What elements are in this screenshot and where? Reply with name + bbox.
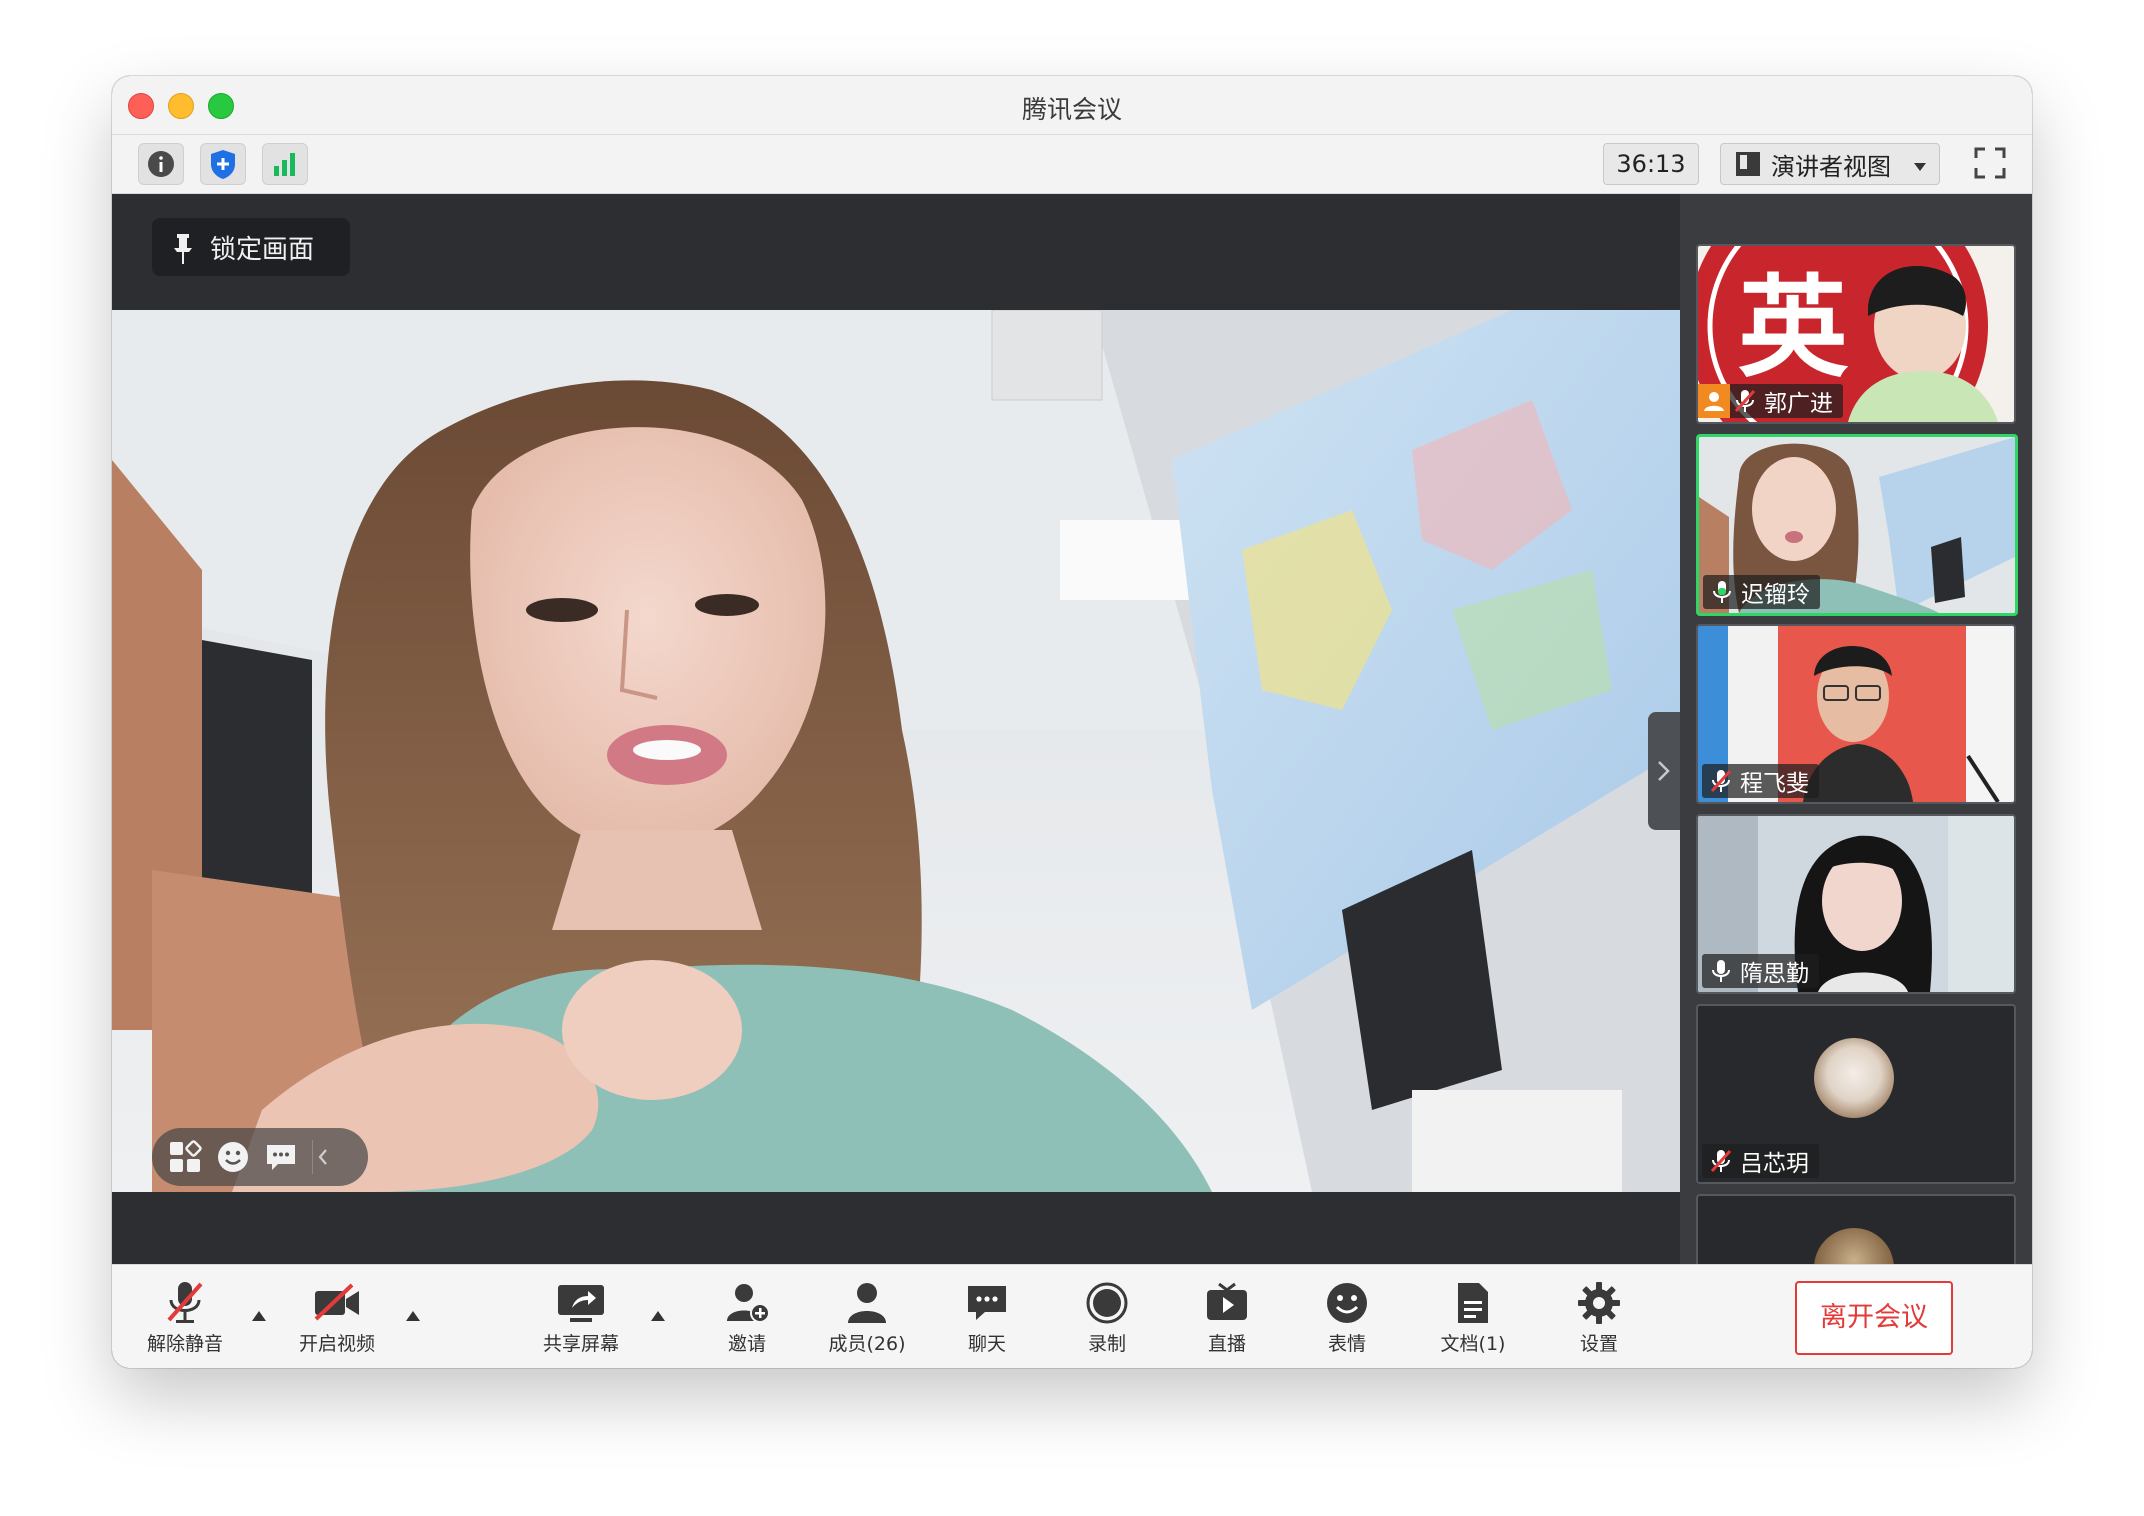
live-button[interactable]: 直播 — [1172, 1279, 1282, 1357]
view-mode-label: 演讲者视图 — [1771, 152, 1891, 181]
main-stage: 锁定画面 — [112, 194, 1680, 1264]
signal-icon[interactable] — [262, 143, 308, 185]
speaker-video[interactable] — [112, 310, 1680, 1192]
fullscreen-icon[interactable] — [1970, 143, 2010, 183]
start-video-button[interactable]: 开启视频 — [282, 1279, 392, 1357]
avatar — [1814, 1038, 1894, 1118]
layout-icon[interactable] — [168, 1140, 202, 1174]
participant-name: 隋思勤 — [1740, 961, 1809, 987]
title-bar: 腾讯会议 — [112, 76, 2032, 135]
live-label: 直播 — [1207, 1333, 1246, 1355]
invite-button[interactable]: 邀请 — [692, 1279, 802, 1357]
start-video-label: 开启视频 — [298, 1333, 375, 1355]
emoji-icon[interactable] — [216, 1140, 250, 1174]
collapse-sidebar-handle[interactable] — [1648, 712, 1680, 830]
gear-icon — [1571, 1279, 1627, 1327]
window-title: 腾讯会议 — [1021, 95, 1122, 124]
participant-name: 迟镏玲 — [1741, 582, 1810, 608]
speaker-view-icon — [1735, 151, 1761, 177]
live-tv-icon — [1199, 1279, 1255, 1327]
lock-view-button[interactable]: 锁定画面 — [152, 218, 350, 276]
caret-up-icon — [406, 1311, 420, 1321]
muted-mic-icon — [157, 1279, 213, 1327]
participant-name-tag: 吕芯玥 — [1702, 1144, 1819, 1178]
document-icon — [1445, 1279, 1501, 1327]
participant-name: 郭广进 — [1764, 391, 1833, 417]
docs-button[interactable]: 文档(1) — [1418, 1279, 1528, 1357]
participant-name-tag: 迟镏玲 — [1703, 575, 1820, 609]
meeting-window: 腾讯会议 36:13 演讲者视图 锁定画面 英 郭广进 迟镏玲 程飞斐 隋思勤 … — [112, 76, 2032, 1368]
host-icon — [1698, 384, 1730, 418]
mic-icon — [1706, 956, 1736, 986]
caret-down-icon — [1913, 150, 1927, 178]
bottom-control-bar: 解除静音 开启视频 共享屏幕 邀请 成员(26) 聊天 录制 直播 表情 文档(… — [112, 1264, 2032, 1368]
floating-reaction-bar — [152, 1128, 368, 1186]
emoji-icon — [1319, 1279, 1375, 1327]
caret-up-icon — [252, 1311, 266, 1321]
video-options-caret[interactable] — [403, 1309, 423, 1323]
avatar — [1814, 1228, 1894, 1266]
collapse-reactions-icon[interactable] — [312, 1140, 333, 1174]
record-button[interactable]: 录制 — [1052, 1279, 1162, 1357]
share-screen-button[interactable]: 共享屏幕 — [526, 1279, 636, 1357]
view-mode-dropdown[interactable]: 演讲者视图 — [1720, 143, 1940, 185]
chevron-right-icon — [1658, 761, 1670, 781]
participant-tile[interactable]: 程飞斐 — [1696, 624, 2016, 804]
svg-text:英: 英 — [1738, 264, 1849, 392]
participant-name: 吕芯玥 — [1740, 1151, 1809, 1177]
participant-name-tag: 程飞斐 — [1702, 764, 1819, 798]
top-toolbar: 36:13 演讲者视图 — [112, 135, 2032, 194]
shield-icon[interactable] — [200, 143, 246, 185]
participant-tile-active[interactable]: 迟镏玲 — [1696, 434, 2018, 616]
participant-tile[interactable] — [1696, 1194, 2016, 1268]
share-screen-label: 共享屏幕 — [542, 1333, 619, 1355]
leave-meeting-button[interactable]: 离开会议 — [1795, 1281, 1953, 1355]
participant-name-tag: 隋思勤 — [1702, 954, 1819, 988]
speaker-video-frame — [112, 310, 1680, 1192]
chat-button[interactable]: 聊天 — [932, 1279, 1042, 1357]
invite-label: 邀请 — [727, 1333, 766, 1355]
pin-icon — [168, 232, 198, 264]
record-label: 录制 — [1087, 1333, 1126, 1355]
members-icon — [839, 1279, 895, 1327]
chat-icon — [959, 1279, 1015, 1327]
reactions-label: 表情 — [1327, 1333, 1366, 1355]
muted-mic-icon — [1706, 1146, 1736, 1176]
participant-sidebar: 英 郭广进 迟镏玲 程飞斐 隋思勤 吕芯玥 — [1680, 194, 2032, 1268]
share-screen-icon — [553, 1279, 609, 1327]
participant-name-tag: 郭广进 — [1698, 384, 1843, 418]
settings-button[interactable]: 设置 — [1544, 1279, 1654, 1357]
add-user-icon — [719, 1279, 775, 1327]
share-options-caret[interactable] — [648, 1309, 668, 1323]
settings-label: 设置 — [1579, 1333, 1618, 1355]
speaking-mic-icon — [1707, 577, 1737, 607]
reactions-button[interactable]: 表情 — [1292, 1279, 1402, 1357]
participant-tile[interactable]: 吕芯玥 — [1696, 1004, 2016, 1184]
participant-tile[interactable]: 隋思勤 — [1696, 814, 2016, 994]
docs-label: 文档(1) — [1440, 1333, 1506, 1355]
record-icon — [1079, 1279, 1135, 1327]
unmute-label: 解除静音 — [146, 1333, 223, 1355]
caret-up-icon — [651, 1311, 665, 1321]
video-off-icon — [309, 1279, 365, 1327]
muted-mic-icon — [1730, 386, 1760, 416]
participant-tile[interactable]: 英 郭广进 — [1696, 244, 2016, 424]
unmute-button[interactable]: 解除静音 — [130, 1279, 240, 1357]
meeting-timer: 36:13 — [1603, 143, 1699, 185]
chat-label: 聊天 — [967, 1333, 1006, 1355]
lock-view-label: 锁定画面 — [210, 234, 315, 265]
info-icon[interactable] — [138, 143, 184, 185]
comment-icon[interactable] — [264, 1140, 298, 1174]
members-label: 成员(26) — [828, 1333, 906, 1355]
participant-name: 程飞斐 — [1740, 771, 1809, 797]
muted-mic-icon — [1706, 766, 1736, 796]
members-button[interactable]: 成员(26) — [812, 1279, 922, 1357]
audio-options-caret[interactable] — [249, 1309, 269, 1323]
